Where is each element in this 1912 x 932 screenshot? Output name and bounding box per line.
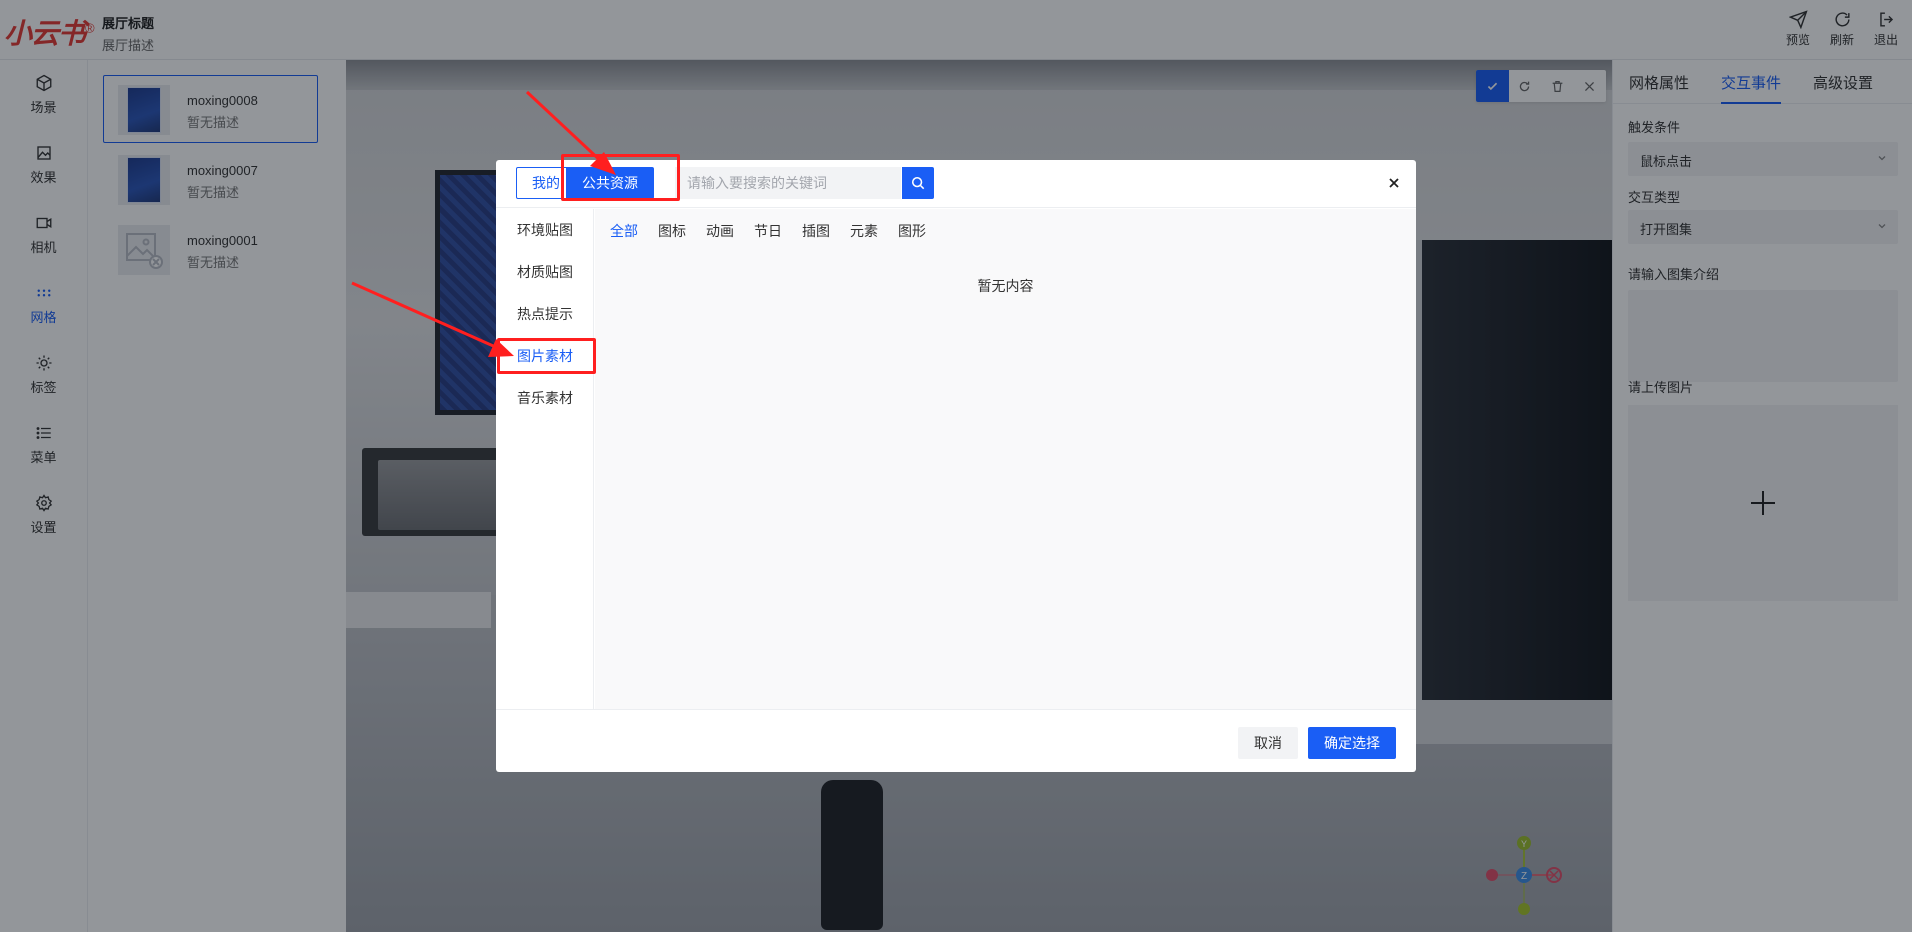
filter-all[interactable]: 全部 (610, 221, 638, 241)
close-icon[interactable] (1386, 175, 1402, 191)
app: 小云书® 展厅标题 展厅描述 预览 刷新 退出 场景 效果 相机 网格 标签 菜… (0, 0, 1912, 932)
category-list: 环境贴图 材质贴图 热点提示 图片素材 音乐素材 (496, 209, 594, 709)
dialog-footer: 取消 确定选择 (496, 709, 1416, 772)
filter-illustration[interactable]: 插图 (802, 221, 830, 241)
filter-tabs: 全部 图标 动画 节日 插图 元素 图形 (610, 221, 926, 241)
highlight-box-public-resources (561, 154, 680, 201)
category-material-map[interactable]: 材质贴图 (496, 255, 593, 297)
confirm-select-button[interactable]: 确定选择 (1308, 727, 1396, 759)
search-icon (911, 176, 925, 190)
filter-animation[interactable]: 动画 (706, 221, 734, 241)
filter-icons[interactable]: 图标 (658, 221, 686, 241)
category-hotspot[interactable]: 热点提示 (496, 297, 593, 339)
resource-content: 全部 图标 动画 节日 插图 元素 图形 暂无内容 (595, 209, 1416, 709)
filter-shapes[interactable]: 图形 (898, 221, 926, 241)
filter-elements[interactable]: 元素 (850, 221, 878, 241)
empty-state: 暂无内容 (977, 278, 1034, 294)
search-input[interactable] (675, 167, 901, 199)
category-music-assets[interactable]: 音乐素材 (496, 381, 593, 423)
cancel-button[interactable]: 取消 (1238, 727, 1298, 759)
search-button[interactable] (902, 167, 934, 199)
filter-festival[interactable]: 节日 (754, 221, 782, 241)
category-env-map[interactable]: 环境贴图 (496, 213, 593, 255)
resource-picker-dialog: 我的 公共资源 环境贴图 材质贴图 热点提示 图片素材 音乐素材 全部 图标 动… (496, 160, 1416, 772)
highlight-box-image-assets (497, 338, 596, 374)
